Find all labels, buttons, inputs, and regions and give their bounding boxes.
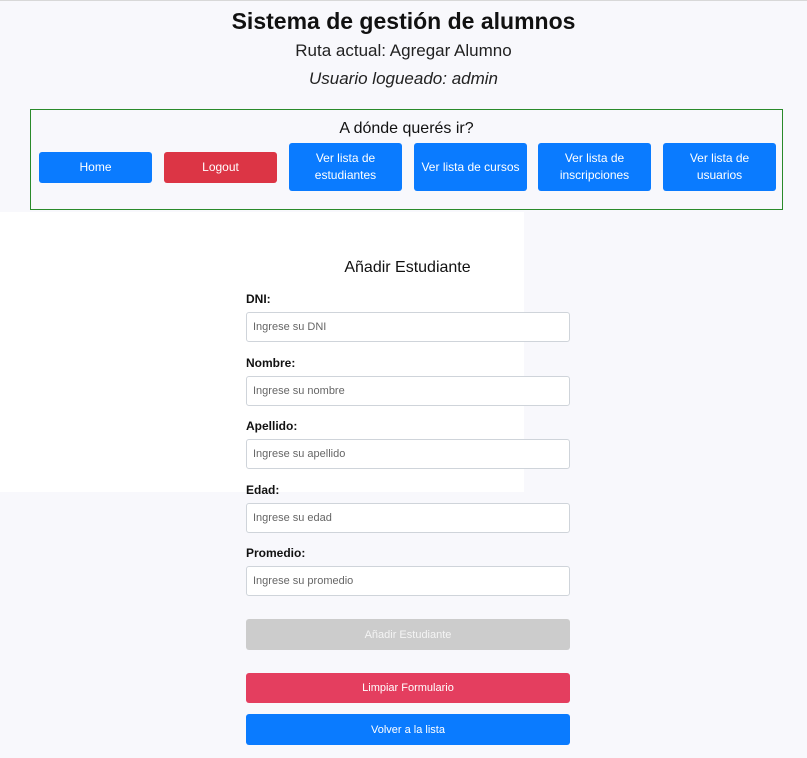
navigation-title: A dónde querés ir? xyxy=(339,120,474,137)
logout-button[interactable]: Logout xyxy=(164,152,277,183)
form-title: Añadir Estudiante xyxy=(344,259,471,276)
nombre-label: Nombre: xyxy=(246,356,296,370)
users-list-button[interactable]: Ver lista de usuarios xyxy=(663,143,776,191)
courses-list-button[interactable]: Ver lista de cursos xyxy=(414,143,527,191)
nombre-input[interactable] xyxy=(246,376,570,406)
home-button[interactable]: Home xyxy=(39,152,152,183)
page-title: Sistema de gestión de alumnos xyxy=(231,8,576,34)
edad-label: Edad: xyxy=(246,483,280,497)
apellido-label: Apellido: xyxy=(246,419,298,433)
back-to-list-button[interactable]: Volver a la lista xyxy=(246,714,570,745)
apellido-input[interactable] xyxy=(246,439,570,469)
enrollments-list-button[interactable]: Ver lista de inscripciones xyxy=(538,143,651,191)
current-route: Ruta actual: Agregar Alumno xyxy=(295,41,512,60)
clear-form-button[interactable]: Limpiar Formulario xyxy=(246,673,570,703)
add-student-button[interactable]: Añadir Estudiante xyxy=(246,619,570,650)
top-divider xyxy=(0,0,807,1)
dni-input[interactable] xyxy=(246,312,570,342)
edad-input[interactable] xyxy=(246,503,570,533)
promedio-input[interactable] xyxy=(246,566,570,596)
navigation-panel: A dónde querés ir? Home Logout Ver lista… xyxy=(30,109,783,210)
logged-user: Usuario logueado: admin xyxy=(308,69,498,88)
promedio-label: Promedio: xyxy=(246,546,306,560)
dni-label: DNI: xyxy=(246,292,271,306)
students-list-button[interactable]: Ver lista de estudiantes xyxy=(289,143,402,191)
